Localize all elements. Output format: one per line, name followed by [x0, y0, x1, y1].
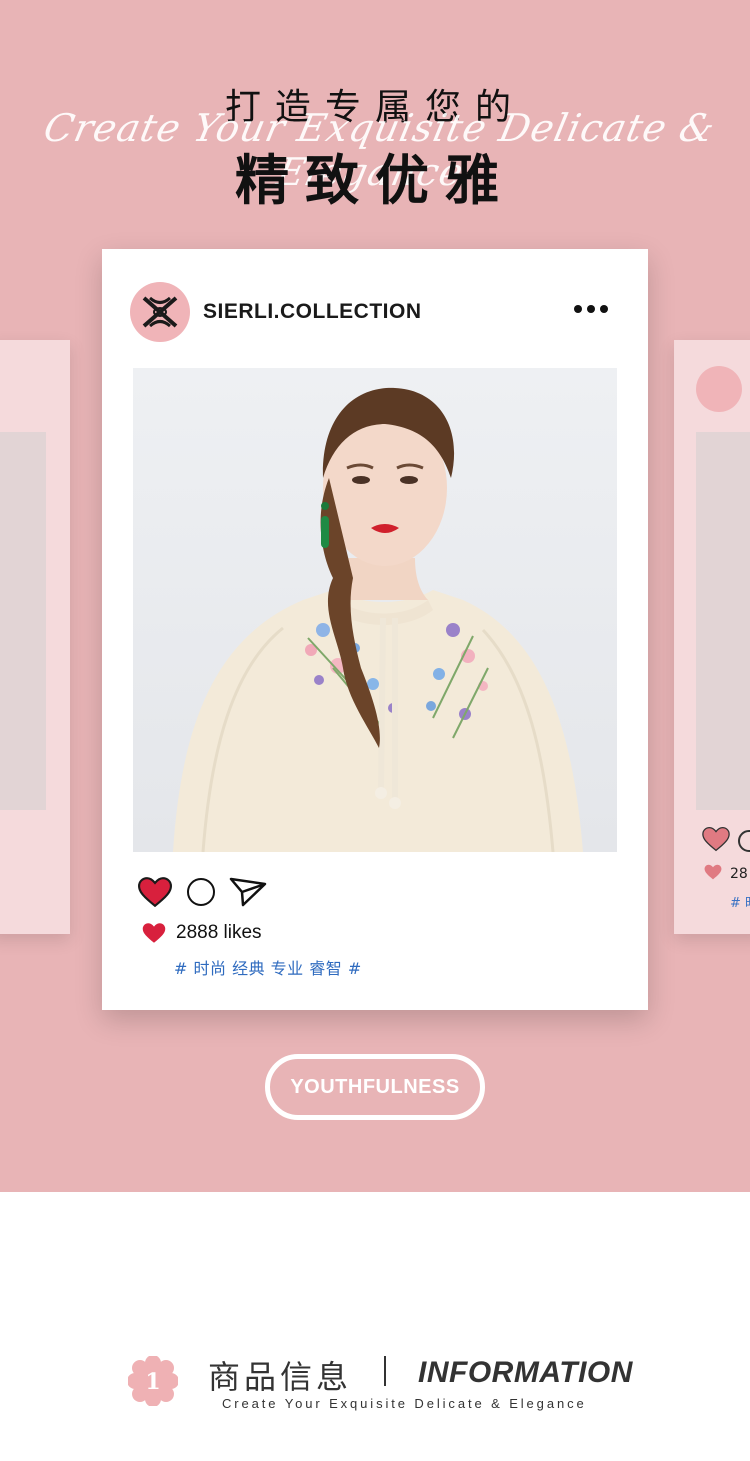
post-username[interactable]: SIERLI.COLLECTION	[203, 300, 422, 324]
svg-text:1: 1	[145, 1369, 160, 1395]
heart-icon[interactable]	[138, 877, 172, 907]
brand-logo-icon	[696, 366, 742, 412]
like-heart-icon	[704, 864, 722, 880]
post-photo	[133, 368, 617, 852]
like-heart-icon	[142, 923, 166, 943]
heart-icon	[702, 826, 730, 852]
side-tags-text: # 时	[730, 896, 750, 911]
headline-main: 精致优雅	[235, 149, 515, 212]
side-card-image-placeholder	[0, 432, 46, 810]
likes-count: 2888 likes	[176, 922, 262, 943]
share-icon[interactable]	[229, 877, 267, 907]
post-card: SIERLI.COLLECTION 2888 likes # 时尚 经典 专业 …	[102, 249, 648, 1010]
info-title-cn: 商品信息	[208, 1358, 353, 1396]
post-tags[interactable]: # 时尚 经典 专业 睿智 #	[174, 955, 362, 979]
youthfulness-button[interactable]: YOUTHFULNESS	[265, 1054, 485, 1120]
side-likes-text: 28	[730, 866, 748, 882]
info-divider	[384, 1356, 386, 1386]
more-icon[interactable]	[574, 305, 608, 313]
comment-icon[interactable]	[187, 878, 215, 906]
side-card-image-placeholder	[696, 432, 750, 810]
info-subtitle: Create Your Exquisite Delicate & Eleganc…	[222, 1396, 587, 1411]
info-title-en: INFORMATION	[418, 1356, 633, 1389]
comment-icon	[738, 830, 750, 852]
side-card-right[interactable]: 28 # 时	[674, 340, 750, 934]
side-card-left[interactable]	[0, 340, 70, 934]
flower-number-icon: 1	[128, 1356, 178, 1406]
brand-logo-icon[interactable]	[130, 282, 190, 342]
hero-section: 打造专属您的 Create Your Exquisite Delicate & …	[0, 0, 750, 1192]
